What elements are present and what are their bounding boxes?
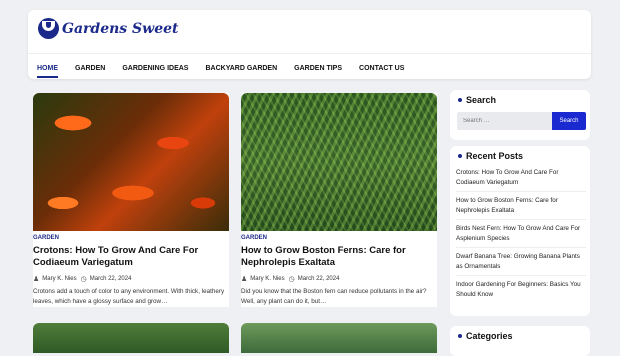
post-date[interactable]: March 22, 2024 bbox=[90, 276, 132, 282]
user-icon: ♟ bbox=[241, 276, 248, 283]
post-category[interactable]: GARDEN bbox=[33, 235, 229, 241]
divider bbox=[456, 247, 586, 248]
post-meta: ♟ Mary K. Nies ◷ March 22, 2024 bbox=[33, 275, 229, 283]
post-date[interactable]: March 22, 2024 bbox=[298, 276, 340, 282]
post-author[interactable]: Mary K. Nies bbox=[250, 276, 284, 282]
site-logo[interactable]: Gardens Sweet bbox=[38, 18, 178, 39]
site-header: Gardens Sweet HOME GARDEN GARDENING IDEA… bbox=[28, 10, 591, 79]
post-card: GARDEN How to Grow Boston Ferns: Care fo… bbox=[241, 93, 437, 307]
header-divider bbox=[28, 53, 591, 54]
divider bbox=[456, 219, 586, 220]
widget-title: Recent Posts bbox=[458, 151, 523, 161]
post-thumbnail-fern[interactable] bbox=[241, 93, 437, 231]
nav-garden-tips[interactable]: GARDEN TIPS bbox=[294, 65, 342, 72]
recent-post-link[interactable]: Crotons: How To Grow And Care For Codiae… bbox=[456, 168, 588, 188]
widget-title: Categories bbox=[458, 331, 513, 341]
widget-title: Search bbox=[458, 95, 496, 105]
site-name: Gardens Sweet bbox=[62, 20, 179, 37]
post-meta: ♟ Mary K. Nies ◷ March 22, 2024 bbox=[241, 275, 437, 283]
recent-post-link[interactable]: Dwarf Banana Tree: Growing Banana Plants… bbox=[456, 252, 588, 272]
recent-post-link[interactable]: Indoor Gardening For Beginners: Basics Y… bbox=[456, 280, 588, 300]
user-icon: ♟ bbox=[33, 276, 40, 283]
post-thumbnail[interactable] bbox=[33, 323, 229, 353]
logo-icon bbox=[38, 18, 59, 39]
post-title[interactable]: Crotons: How To Grow And Care For Codiae… bbox=[33, 245, 229, 269]
post-thumbnail[interactable] bbox=[241, 323, 437, 353]
nav-backyard-garden[interactable]: BACKYARD GARDEN bbox=[205, 65, 277, 72]
post-excerpt: Did you know that the Boston fern can re… bbox=[241, 288, 427, 305]
post-excerpt: Crotons add a touch of color to any envi… bbox=[33, 288, 225, 305]
recent-post-link[interactable]: Birds Nest Fern: How To Grow And Care Fo… bbox=[456, 224, 588, 244]
recent-post-link[interactable]: How to Grow Boston Ferns: Care for Nephr… bbox=[456, 196, 588, 216]
post-category[interactable]: GARDEN bbox=[241, 235, 437, 241]
categories-widget: Categories bbox=[450, 326, 590, 356]
clock-icon: ◷ bbox=[80, 276, 87, 283]
search-widget: Search Search bbox=[450, 90, 590, 140]
post-thumbnail-croton[interactable] bbox=[33, 93, 229, 231]
nav-gardening-ideas[interactable]: GARDENING IDEAS bbox=[122, 65, 188, 72]
clock-icon: ◷ bbox=[288, 276, 295, 283]
post-title[interactable]: How to Grow Boston Ferns: Care for Nephr… bbox=[241, 245, 437, 269]
nav-garden[interactable]: GARDEN bbox=[75, 65, 105, 72]
post-author[interactable]: Mary K. Nies bbox=[42, 276, 76, 282]
post-card: GARDEN Crotons: How To Grow And Care For… bbox=[33, 93, 229, 307]
nav-contact-us[interactable]: CONTACT US bbox=[359, 65, 404, 72]
divider bbox=[456, 191, 586, 192]
search-button[interactable]: Search bbox=[552, 112, 586, 130]
divider bbox=[456, 275, 586, 276]
main-nav: HOME GARDEN GARDENING IDEAS BACKYARD GAR… bbox=[37, 65, 421, 78]
search-input[interactable] bbox=[457, 112, 552, 130]
recent-posts-widget: Recent Posts Crotons: How To Grow And Ca… bbox=[450, 146, 590, 316]
nav-home[interactable]: HOME bbox=[37, 65, 58, 78]
